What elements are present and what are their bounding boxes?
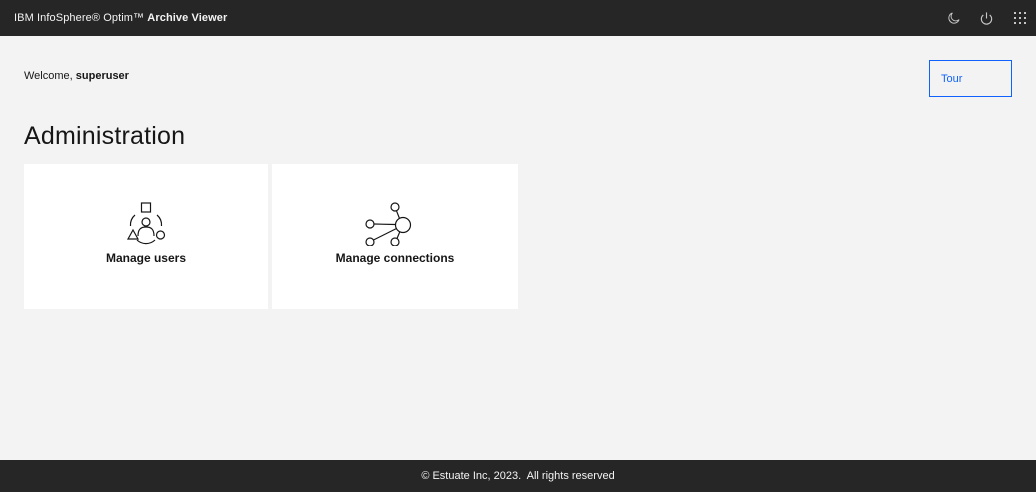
manage-users-label: Manage users (105, 251, 187, 265)
app-switcher-button[interactable] (1003, 0, 1036, 36)
app-brand: IBM InfoSphere® Optim™ Archive Viewer (14, 12, 227, 24)
power-icon (980, 11, 993, 25)
logout-button[interactable] (970, 0, 1003, 36)
app-switcher-icon (1013, 12, 1026, 24)
users-group-icon (126, 202, 166, 245)
top-header: IBM InfoSphere® Optim™ Archive Viewer (0, 0, 1036, 36)
moon-icon (947, 12, 960, 24)
page-title: Administration (24, 122, 186, 150)
brand-product: Archive Viewer (147, 12, 228, 24)
welcome-prefix: Welcome, (24, 70, 73, 82)
manage-connections-label: Manage connections (335, 251, 455, 265)
welcome-message: Welcome, superuser (24, 70, 129, 82)
theme-toggle-button[interactable] (937, 0, 970, 36)
manage-connections-tile[interactable]: Manage connections (272, 164, 518, 309)
connections-network-icon (365, 202, 412, 246)
welcome-username: superuser (75, 70, 129, 82)
footer-copyright: © Estuate Inc, 2023. All rights reserved (421, 470, 615, 482)
manage-users-tile[interactable]: Manage users (24, 164, 268, 309)
header-actions (937, 0, 1036, 36)
page-footer: © Estuate Inc, 2023. All rights reserved (0, 460, 1036, 492)
brand-prefix: IBM InfoSphere® Optim™ (14, 12, 145, 24)
tour-button[interactable]: Tour (929, 60, 1012, 97)
